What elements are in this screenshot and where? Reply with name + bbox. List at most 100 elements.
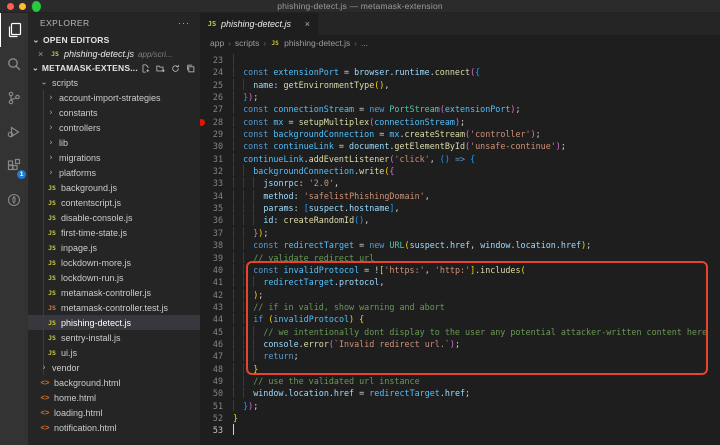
code-line-28[interactable]: 28const mx = setupMultiplex(connectionSt… xyxy=(200,116,720,128)
tree-item-lockdown-run-js[interactable]: JSlockdown-run.js xyxy=(28,270,200,285)
line-number[interactable]: 52 xyxy=(200,412,223,424)
line-number[interactable]: 41 xyxy=(200,276,223,288)
line-number[interactable]: 27 xyxy=(200,103,223,115)
tree-item-notification-html[interactable]: <>notification.html xyxy=(28,420,200,435)
tree-item-scripts[interactable]: ⌄scripts xyxy=(28,75,200,90)
close-window-button[interactable] xyxy=(7,3,14,10)
line-number[interactable]: 50 xyxy=(200,387,223,399)
code-editor[interactable]: 2324const extensionPort = browser.runtim… xyxy=(200,51,720,445)
code-line-44[interactable]: 44if (invalidProtocol) { xyxy=(200,313,720,325)
line-number[interactable]: 47 xyxy=(200,350,223,362)
code-line-31[interactable]: 31continueLink.addEventListener('click',… xyxy=(200,153,720,165)
refresh-icon[interactable] xyxy=(171,64,180,73)
explorer-more-actions-icon[interactable]: ··· xyxy=(178,18,190,28)
explorer-icon[interactable] xyxy=(0,13,28,47)
code-line-45[interactable]: 45// we intentionally dont display to th… xyxy=(200,326,720,338)
tree-item-phishing-detect-js[interactable]: JSphishing-detect.js xyxy=(28,315,200,330)
code-line-43[interactable]: 43// if in valid, show warning and abort xyxy=(200,301,720,313)
line-number[interactable]: 46 xyxy=(200,338,223,350)
tree-item-background-html[interactable]: <>background.html xyxy=(28,375,200,390)
tree-item-loading-html[interactable]: <>loading.html xyxy=(28,405,200,420)
code-line-29[interactable]: 29const backgroundConnection = mx.create… xyxy=(200,128,720,140)
extensions-icon[interactable]: 1 xyxy=(0,149,28,183)
code-line-50[interactable]: 50window.location.href = redirectTarget.… xyxy=(200,387,720,399)
tree-item-lockdown-more-js[interactable]: JSlockdown-more.js xyxy=(28,255,200,270)
line-number[interactable]: 45 xyxy=(200,326,223,338)
search-icon[interactable] xyxy=(0,47,28,81)
new-file-icon[interactable] xyxy=(141,64,150,73)
line-number[interactable]: 53 xyxy=(200,424,223,436)
tree-item-vendor[interactable]: ›vendor xyxy=(28,360,200,375)
code-line-38[interactable]: 38const redirectTarget = new URL(suspect… xyxy=(200,239,720,251)
close-editor-icon[interactable]: × xyxy=(38,49,46,59)
line-number[interactable]: 43 xyxy=(200,301,223,313)
line-number[interactable]: 49 xyxy=(200,375,223,387)
code-line-34[interactable]: 34method: 'safelistPhishingDomain', xyxy=(200,190,720,202)
breadcrumb-item-app[interactable]: app xyxy=(210,38,224,48)
tree-item-metamask-controller-js[interactable]: JSmetamask-controller.js xyxy=(28,285,200,300)
tree-item-contentscript-js[interactable]: JScontentscript.js xyxy=(28,195,200,210)
code-line-37[interactable]: 37}); xyxy=(200,227,720,239)
line-number[interactable]: 39 xyxy=(200,252,223,264)
line-number[interactable]: 32 xyxy=(200,165,223,177)
run-and-debug-icon[interactable] xyxy=(0,115,28,149)
code-line-42[interactable]: 42); xyxy=(200,289,720,301)
line-number[interactable]: 26 xyxy=(200,91,223,103)
line-number[interactable]: 51 xyxy=(200,400,223,412)
code-line-46[interactable]: 46console.error(`Invalid redirect url.`)… xyxy=(200,338,720,350)
tree-item-controllers[interactable]: ›controllers xyxy=(28,120,200,135)
code-line-25[interactable]: 25name: getEnvironmentType(), xyxy=(200,79,720,91)
tree-item-platforms[interactable]: ›platforms xyxy=(28,165,200,180)
tree-item-home-html[interactable]: <>home.html xyxy=(28,390,200,405)
breakpoint-icon[interactable] xyxy=(200,119,205,126)
new-folder-icon[interactable] xyxy=(156,64,165,73)
breadcrumb-item-file[interactable]: phishing-detect.js xyxy=(284,38,350,48)
line-number[interactable]: 25 xyxy=(200,79,223,91)
tree-item-sentry-install-js[interactable]: JSsentry-install.js xyxy=(28,330,200,345)
open-editors-section-header[interactable]: ⌄ OPEN EDITORS xyxy=(28,33,200,47)
line-number[interactable]: 29 xyxy=(200,128,223,140)
line-number[interactable]: 31 xyxy=(200,153,223,165)
code-line-40[interactable]: 40const invalidProtocol = !['https:', 'h… xyxy=(200,264,720,276)
code-line-32[interactable]: 32backgroundConnection.write({ xyxy=(200,165,720,177)
maximize-window-button[interactable] xyxy=(31,1,41,12)
line-number[interactable]: 44 xyxy=(200,313,223,325)
collapse-all-icon[interactable] xyxy=(186,64,195,73)
code-line-35[interactable]: 35params: [suspect.hostname], xyxy=(200,202,720,214)
tree-item-ui-js[interactable]: JSui.js xyxy=(28,345,200,360)
tree-item-first-time-state-js[interactable]: JSfirst-time-state.js xyxy=(28,225,200,240)
line-number[interactable]: 23 xyxy=(200,54,223,66)
code-line-51[interactable]: 51}); xyxy=(200,400,720,412)
tab-phishing-detect[interactable]: JS phishing-detect.js × xyxy=(200,13,318,35)
line-number[interactable]: 35 xyxy=(200,202,223,214)
code-line-26[interactable]: 26}); xyxy=(200,91,720,103)
line-number[interactable]: 37 xyxy=(200,227,223,239)
tree-item-constants[interactable]: ›constants xyxy=(28,105,200,120)
tree-item-inpage-js[interactable]: JSinpage.js xyxy=(28,240,200,255)
code-line-24[interactable]: 24const extensionPort = browser.runtime.… xyxy=(200,66,720,78)
line-number[interactable]: 36 xyxy=(200,214,223,226)
code-line-36[interactable]: 36id: createRandomId(), xyxy=(200,214,720,226)
code-line-53[interactable]: 53 xyxy=(200,424,720,436)
code-line-30[interactable]: 30const continueLink = document.getEleme… xyxy=(200,140,720,152)
tree-item-disable-console-js[interactable]: JSdisable-console.js xyxy=(28,210,200,225)
line-number[interactable]: 38 xyxy=(200,239,223,251)
breadcrumb-item-scripts[interactable]: scripts xyxy=(235,38,260,48)
breadcrumb-item-symbol[interactable]: ... xyxy=(361,38,368,48)
code-line-48[interactable]: 48} xyxy=(200,363,720,375)
code-line-52[interactable]: 52} xyxy=(200,412,720,424)
tree-item-account-import-strategies[interactable]: ›account-import-strategies xyxy=(28,90,200,105)
workspace-section-header[interactable]: ⌄ METAMASK-EXTENS... xyxy=(28,61,200,75)
tree-item-background-js[interactable]: JSbackground.js xyxy=(28,180,200,195)
circle-extension-icon[interactable] xyxy=(0,183,28,217)
line-number[interactable]: 34 xyxy=(200,190,223,202)
code-line-49[interactable]: 49// use the validated url instance xyxy=(200,375,720,387)
tree-item-lib[interactable]: ›lib xyxy=(28,135,200,150)
code-line-33[interactable]: 33jsonrpc: '2.0', xyxy=(200,177,720,189)
line-number[interactable]: 40 xyxy=(200,264,223,276)
code-line-23[interactable]: 23 xyxy=(200,54,720,66)
open-editor-item[interactable]: × JS phishing-detect.js app/scri... xyxy=(28,47,200,61)
tree-item-migrations[interactable]: ›migrations xyxy=(28,150,200,165)
line-number[interactable]: 42 xyxy=(200,289,223,301)
line-number[interactable]: 33 xyxy=(200,177,223,189)
